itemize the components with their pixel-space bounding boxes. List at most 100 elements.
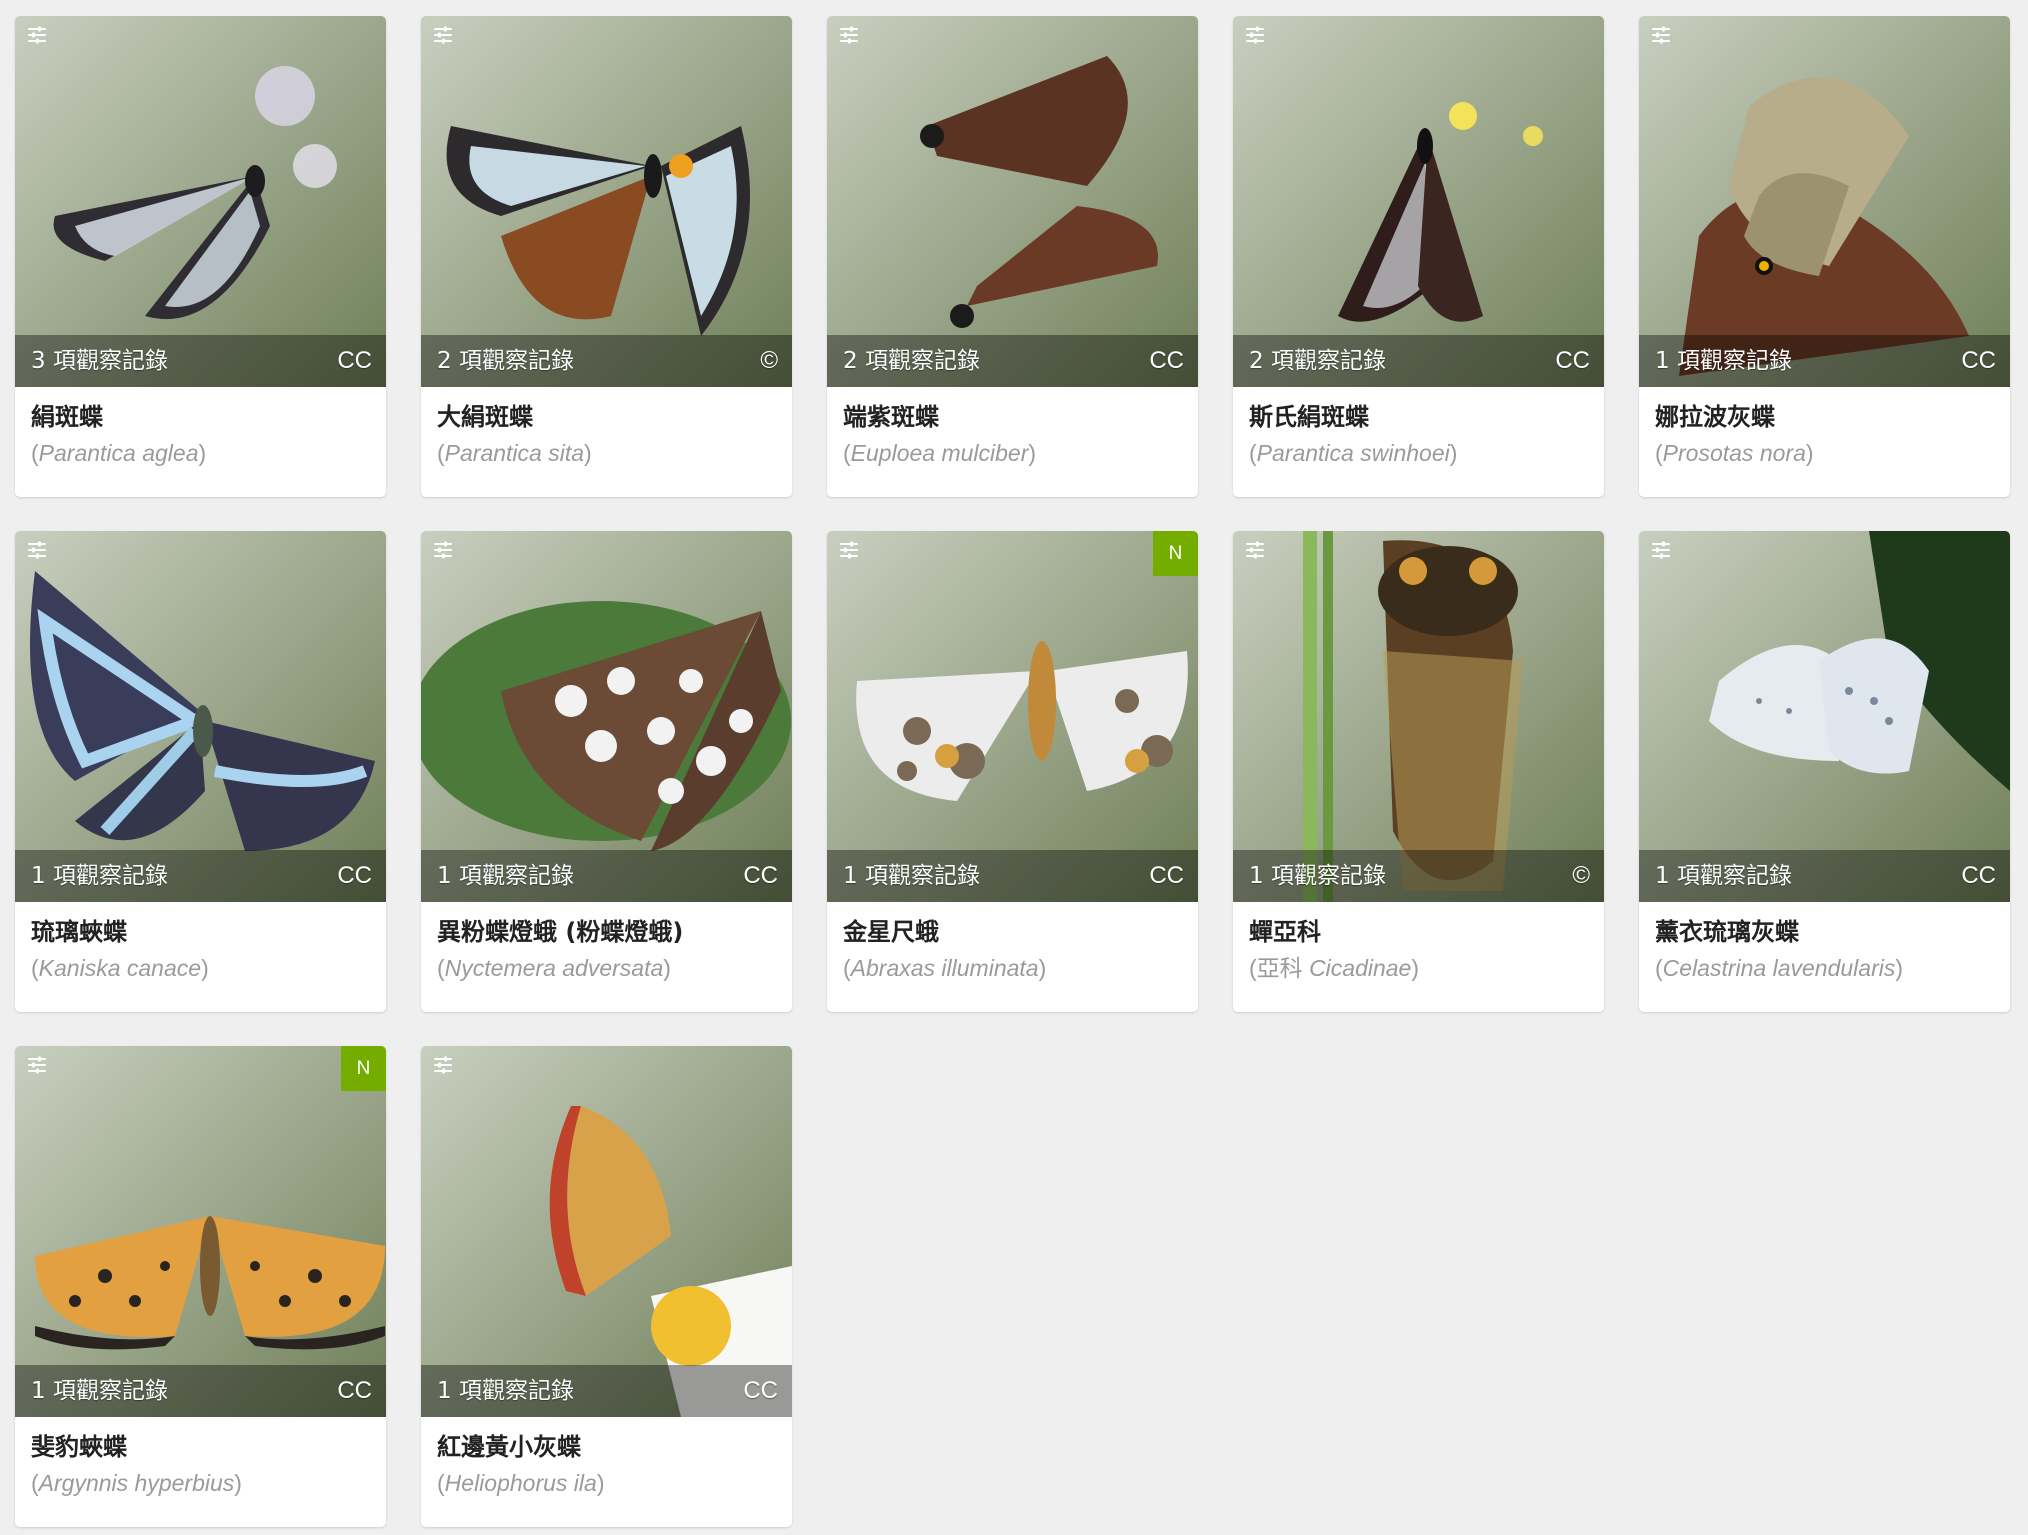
- species-card[interactable]: 1 項觀察記錄 CC 薰衣琉璃灰蝶 (Celastrina lavendular…: [1639, 531, 2010, 1012]
- card-caption: 大絹斑蝶 (Parantica sita): [421, 387, 792, 467]
- sci-close-paren: ): [198, 440, 207, 466]
- sci-open-paren: (: [843, 440, 851, 466]
- license-label[interactable]: CC: [743, 862, 778, 890]
- scientific-name: (Euploea mulciber): [843, 439, 1182, 467]
- observation-count[interactable]: 1 項觀察記錄: [1655, 347, 1792, 375]
- observation-count[interactable]: 1 項觀察記錄: [843, 862, 980, 890]
- photo-settings-button[interactable]: [25, 23, 49, 47]
- sci-open-paren: (: [437, 955, 445, 981]
- license-label[interactable]: ©: [1572, 862, 1590, 890]
- observation-count[interactable]: 1 項觀察記錄: [1249, 862, 1386, 890]
- photo-settings-button[interactable]: [431, 23, 455, 47]
- sci-close-paren: ): [596, 1470, 605, 1496]
- scientific-name-text: Prosotas nora: [1662, 440, 1806, 466]
- species-card[interactable]: 1 項觀察記錄 CC 紅邊黃小灰蝶 (Heliophorus ila): [421, 1046, 792, 1527]
- sci-open-paren: (: [1249, 440, 1257, 466]
- species-card[interactable]: 1 項觀察記錄 © 蟬亞科 (亞科 Cicadinae): [1233, 531, 1604, 1012]
- photo-settings-button[interactable]: [837, 23, 861, 47]
- license-label[interactable]: ©: [760, 347, 778, 375]
- species-photo[interactable]: 1 項觀察記錄 ©: [1233, 531, 1604, 902]
- photo-settings-button[interactable]: [431, 1053, 455, 1077]
- observation-count[interactable]: 1 項觀察記錄: [1655, 862, 1792, 890]
- card-caption: 斯氏絹斑蝶 (Parantica swinhoei): [1233, 387, 1604, 467]
- species-photo[interactable]: N 1 項觀察記錄 CC: [827, 531, 1198, 902]
- species-card[interactable]: N 1 項觀察記錄 CC 金星尺蛾 (Abraxas illuminata): [827, 531, 1198, 1012]
- common-name[interactable]: 斯氏絹斑蝶: [1249, 401, 1588, 433]
- sci-open-paren: (: [31, 440, 39, 466]
- observation-count[interactable]: 2 項觀察記錄: [1249, 347, 1386, 375]
- species-photo[interactable]: 1 項觀察記錄 CC: [1639, 531, 2010, 902]
- species-photo[interactable]: 1 項觀察記錄 CC: [421, 1046, 792, 1417]
- license-label[interactable]: CC: [1149, 862, 1184, 890]
- photo-settings-button[interactable]: [837, 538, 861, 562]
- common-name[interactable]: 琉璃蛺蝶: [31, 916, 370, 948]
- photo-settings-button[interactable]: [25, 1053, 49, 1077]
- card-caption: 薰衣琉璃灰蝶 (Celastrina lavendularis): [1639, 902, 2010, 982]
- species-card[interactable]: N 1 項觀察記錄 CC 斐豹蛺蝶 (Argynnis hyperbius): [15, 1046, 386, 1527]
- common-name[interactable]: 娜拉波灰蝶: [1655, 401, 1994, 433]
- license-label[interactable]: CC: [337, 1377, 372, 1405]
- card-caption: 金星尺蛾 (Abraxas illuminata): [827, 902, 1198, 982]
- common-name[interactable]: 絹斑蝶: [31, 401, 370, 433]
- photo-settings-button[interactable]: [25, 538, 49, 562]
- sci-close-paren: ): [1411, 955, 1420, 981]
- photo-settings-button[interactable]: [431, 538, 455, 562]
- scientific-name: (Argynnis hyperbius): [31, 1469, 370, 1497]
- photo-settings-button[interactable]: [1649, 23, 1673, 47]
- card-caption: 斐豹蛺蝶 (Argynnis hyperbius): [15, 1417, 386, 1497]
- species-card[interactable]: 1 項觀察記錄 CC 琉璃蛺蝶 (Kaniska canace): [15, 531, 386, 1012]
- observation-count[interactable]: 1 項觀察記錄: [31, 1377, 168, 1405]
- species-photo[interactable]: 3 項觀察記錄 CC: [15, 16, 386, 387]
- common-name[interactable]: 薰衣琉璃灰蝶: [1655, 916, 1994, 948]
- scientific-name-text: Parantica swinhoei: [1256, 440, 1450, 466]
- common-name[interactable]: 紅邊黃小灰蝶: [437, 1431, 776, 1463]
- observation-count[interactable]: 1 項觀察記錄: [437, 1377, 574, 1405]
- sliders-icon: [28, 1056, 46, 1074]
- species-photo[interactable]: 1 項觀察記錄 CC: [421, 531, 792, 902]
- license-label[interactable]: CC: [1555, 347, 1590, 375]
- sci-close-paren: ): [663, 955, 671, 981]
- license-label[interactable]: CC: [743, 1377, 778, 1405]
- species-photo[interactable]: N 1 項觀察記錄 CC: [15, 1046, 386, 1417]
- species-photo[interactable]: 2 項觀察記錄 CC: [827, 16, 1198, 387]
- native-badge: N: [341, 1046, 386, 1091]
- observation-count[interactable]: 1 項觀察記錄: [437, 862, 574, 890]
- observation-count[interactable]: 3 項觀察記錄: [31, 347, 168, 375]
- species-photo[interactable]: 1 項觀察記錄 CC: [1639, 16, 2010, 387]
- photo-settings-button[interactable]: [1243, 538, 1267, 562]
- license-label[interactable]: CC: [1961, 862, 1996, 890]
- species-photo[interactable]: 1 項觀察記錄 CC: [15, 531, 386, 902]
- license-label[interactable]: CC: [1149, 347, 1184, 375]
- photo-settings-button[interactable]: [1243, 23, 1267, 47]
- species-card[interactable]: 2 項觀察記錄 CC 端紫斑蝶 (Euploea mulciber): [827, 16, 1198, 497]
- common-name[interactable]: 斐豹蛺蝶: [31, 1431, 370, 1463]
- license-label[interactable]: CC: [337, 347, 372, 375]
- card-caption: 端紫斑蝶 (Euploea mulciber): [827, 387, 1198, 467]
- species-photo[interactable]: 2 項觀察記錄 CC: [1233, 16, 1604, 387]
- card-caption: 紅邊黃小灰蝶 (Heliophorus ila): [421, 1417, 792, 1497]
- native-badge: N: [1153, 531, 1198, 576]
- scientific-name: (Celastrina lavendularis): [1655, 954, 1994, 982]
- common-name[interactable]: 端紫斑蝶: [843, 401, 1182, 433]
- common-name[interactable]: 金星尺蛾: [843, 916, 1182, 948]
- license-label[interactable]: CC: [337, 862, 372, 890]
- license-label[interactable]: CC: [1961, 347, 1996, 375]
- species-card[interactable]: 3 項觀察記錄 CC 絹斑蝶 (Parantica aglea): [15, 16, 386, 497]
- observation-count[interactable]: 1 項觀察記錄: [31, 862, 168, 890]
- species-photo[interactable]: 2 項觀察記錄 ©: [421, 16, 792, 387]
- species-card[interactable]: 2 項觀察記錄 CC 斯氏絹斑蝶 (Parantica swinhoei): [1233, 16, 1604, 497]
- sci-open-paren: (: [31, 955, 39, 981]
- species-card[interactable]: 2 項觀察記錄 © 大絹斑蝶 (Parantica sita): [421, 16, 792, 497]
- scientific-name-text: Parantica aglea: [38, 440, 199, 466]
- sliders-icon: [840, 26, 858, 44]
- species-card[interactable]: 1 項觀察記錄 CC 異粉蝶燈蛾 (粉蝶燈蛾) (Nyctemera adver…: [421, 531, 792, 1012]
- common-name[interactable]: 大絹斑蝶: [437, 401, 776, 433]
- observation-count[interactable]: 2 項觀察記錄: [437, 347, 574, 375]
- common-name[interactable]: 異粉蝶燈蛾 (粉蝶燈蛾): [437, 916, 776, 948]
- photo-settings-button[interactable]: [1649, 538, 1673, 562]
- species-card[interactable]: 1 項觀察記錄 CC 娜拉波灰蝶 (Prosotas nora): [1639, 16, 2010, 497]
- sci-open-paren: (: [437, 440, 445, 466]
- common-name[interactable]: 蟬亞科: [1249, 916, 1588, 948]
- observation-count[interactable]: 2 項觀察記錄: [843, 347, 980, 375]
- sliders-icon: [1652, 541, 1670, 559]
